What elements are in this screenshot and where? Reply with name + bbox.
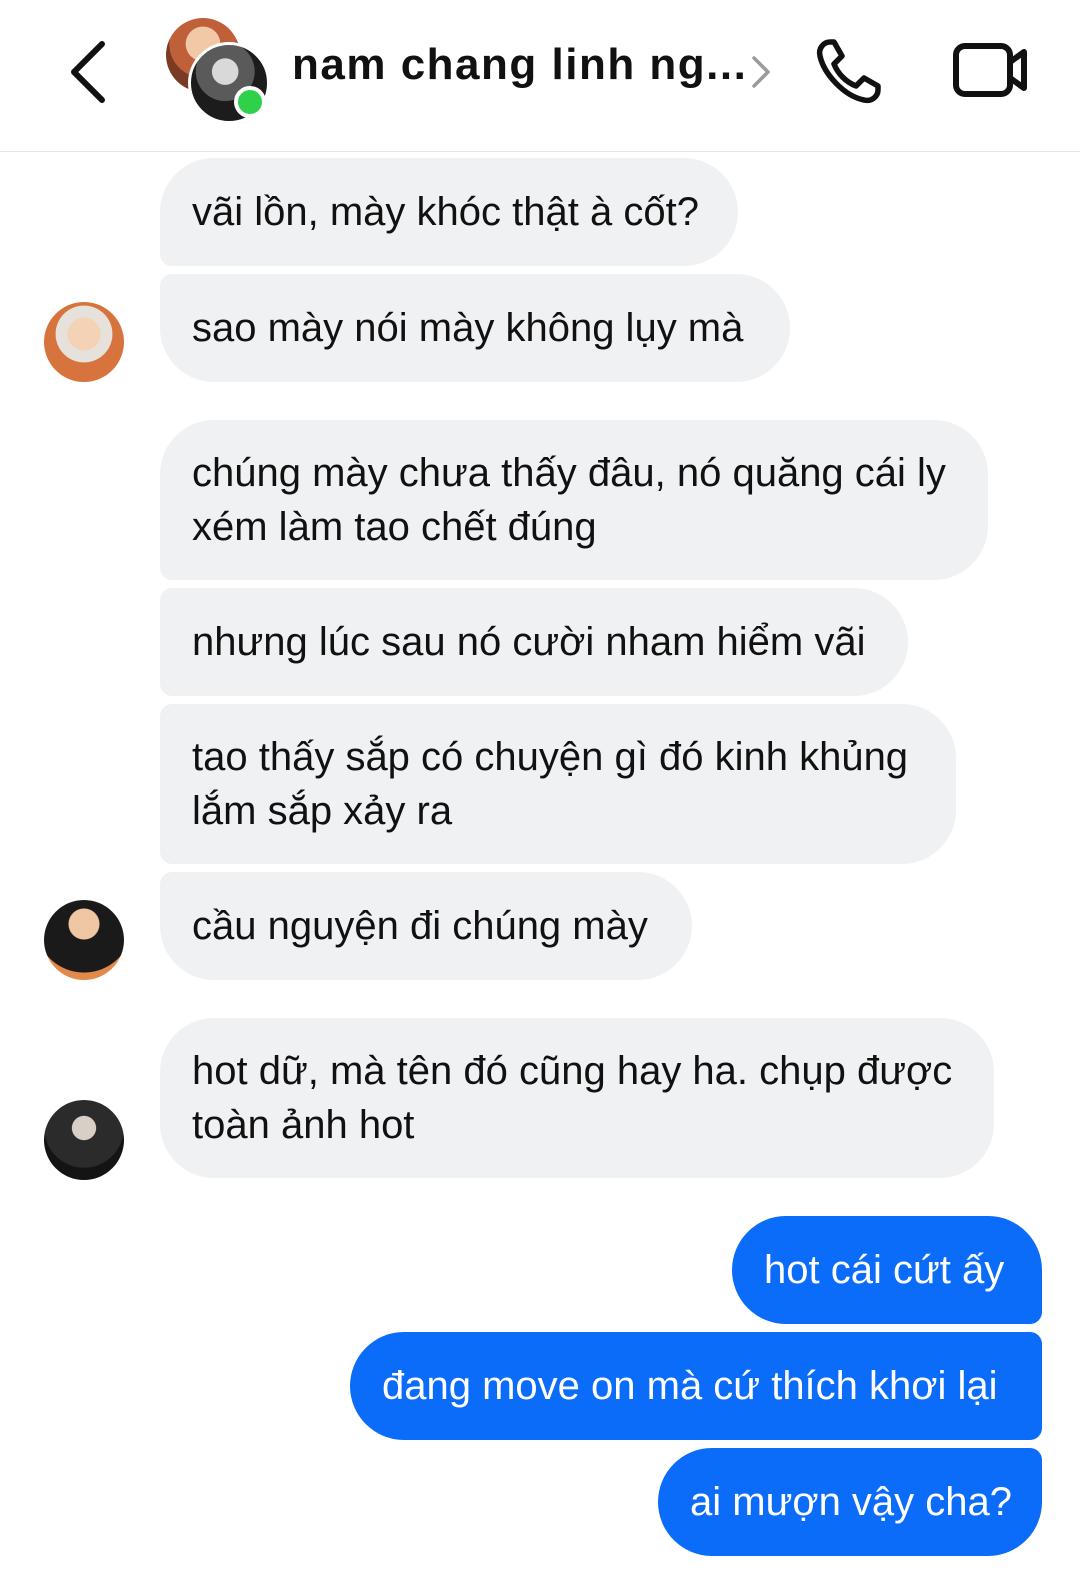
message-bubble-incoming[interactable]: chúng mày chưa thấy đâu, nó quăng cái ly… <box>160 420 988 580</box>
message-text: hot cái cứt ấy <box>764 1248 1005 1292</box>
chat-header: nam chang linh ng... <box>0 0 1080 152</box>
message-text: nhưng lúc sau nó cười nham hiểm vãi <box>192 620 866 664</box>
message-bubble-incoming[interactable]: sao mày nói mày không lụy mà <box>160 274 790 382</box>
message-text-line: hot dữ, mà tên đó cũng hay ha. chụp được <box>192 1049 953 1093</box>
message-bubble-outgoing[interactable]: đang move on mà cứ thích khơi lại <box>350 1332 1042 1440</box>
message-bubble-outgoing[interactable]: hot cái cứt ấy <box>732 1216 1042 1324</box>
message-text: cầu nguyện đi chúng mày <box>192 904 648 948</box>
sender-avatar[interactable] <box>44 302 124 382</box>
message-text-line: tao thấy sắp có chuyện gì đó kinh khủng <box>192 735 909 779</box>
message-text: sao mày nói mày không lụy mà <box>192 306 744 350</box>
chat-title[interactable]: nam chang linh ng... <box>292 40 747 90</box>
message-text: vãi lồn, mày khóc thật à cốt? <box>192 190 699 234</box>
video-camera-icon[interactable] <box>952 40 1028 100</box>
message-bubble-incoming[interactable]: tao thấy sắp có chuyện gì đó kinh khủng … <box>160 704 956 864</box>
online-indicator <box>234 86 266 118</box>
chevron-left-icon[interactable] <box>60 36 120 108</box>
phone-icon[interactable] <box>812 36 884 108</box>
message-bubble-incoming[interactable]: hot dữ, mà tên đó cũng hay ha. chụp được… <box>160 1018 994 1178</box>
sender-avatar[interactable] <box>44 900 124 980</box>
message-text: đang move on mà cứ thích khơi lại <box>382 1364 998 1408</box>
message-text: ai mượn vậy cha? <box>690 1480 1013 1524</box>
message-bubble-incoming[interactable]: cầu nguyện đi chúng mày <box>160 872 692 980</box>
sender-avatar[interactable] <box>44 1100 124 1180</box>
message-text-line: xém làm tao chết đúng <box>192 505 597 549</box>
message-text-line: lắm sắp xảy ra <box>192 789 453 833</box>
message-bubble-incoming[interactable]: nhưng lúc sau nó cười nham hiểm vãi <box>160 588 908 696</box>
message-text-line: chúng mày chưa thấy đâu, nó quăng cái ly <box>192 451 946 495</box>
message-bubble-outgoing[interactable]: ai mượn vậy cha? <box>658 1448 1042 1556</box>
message-text-line: toàn ảnh hot <box>192 1103 415 1147</box>
message-bubble-incoming[interactable]: vãi lồn, mày khóc thật à cốt? <box>160 158 738 266</box>
chevron-right-icon[interactable] <box>748 52 774 92</box>
